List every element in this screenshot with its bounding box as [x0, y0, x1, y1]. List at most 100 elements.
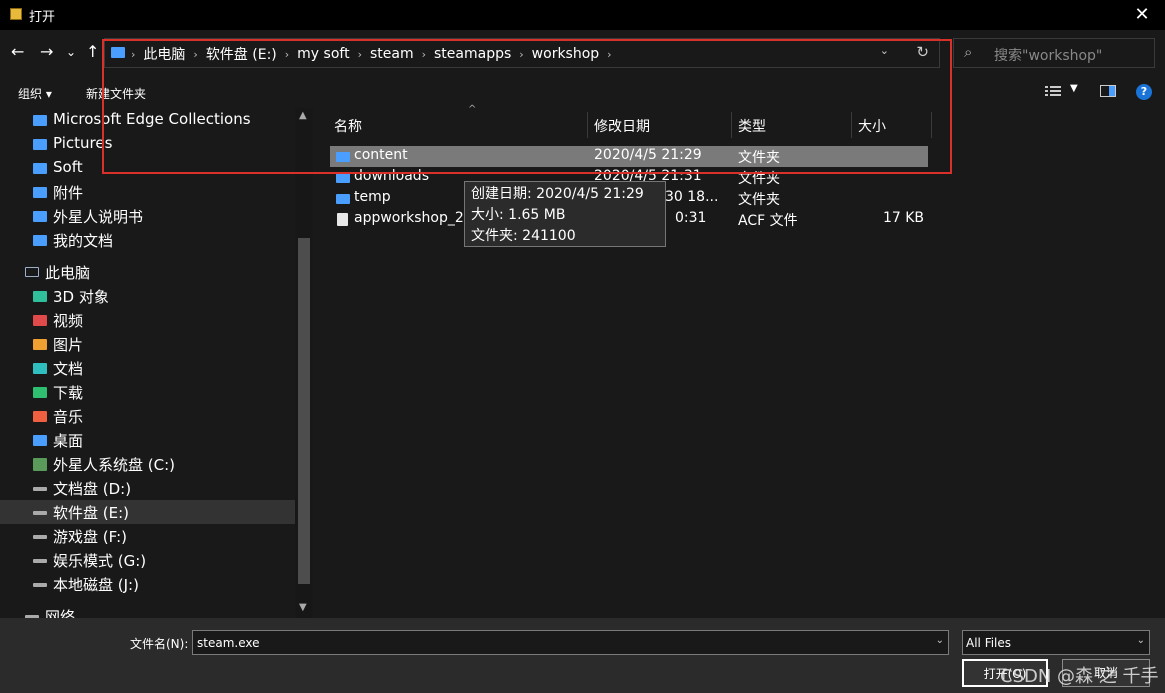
file-name: downloads: [354, 168, 429, 184]
folder-icon: [33, 187, 47, 198]
sidebar-item-documents[interactable]: 文档: [0, 356, 295, 380]
tooltip-folder: 文件夹: 241100: [471, 228, 576, 244]
sidebar-item-this-pc[interactable]: 此电脑: [0, 260, 295, 284]
sidebar-item-pictures-library[interactable]: 图片: [0, 332, 295, 356]
sidebar-item-label: 游戏盘 (F:): [53, 528, 127, 546]
navigation-pane: Microsoft Edge Collections Pictures Soft…: [0, 108, 313, 618]
sidebar-item-label: 软件盘 (E:): [53, 504, 130, 522]
address-dropdown-icon[interactable]: ⌄: [880, 44, 889, 57]
folder-icon: [111, 47, 125, 58]
up-arrow-icon[interactable]: ↑: [86, 42, 99, 62]
breadcrumb: › 此电脑 › 软件盘 (E:) › my soft › steam › ste…: [131, 44, 620, 64]
sidebar-item-label: Microsoft Edge Collections: [53, 110, 251, 128]
column-header-name[interactable]: 名称 ^: [330, 104, 588, 140]
sidebar-item-desktop[interactable]: 桌面: [0, 428, 295, 452]
sidebar-item-alienware-manual[interactable]: 外星人说明书: [0, 204, 295, 228]
recent-locations-chevron-icon[interactable]: ⌄: [66, 42, 76, 62]
sidebar-item-label: 下载: [53, 384, 84, 402]
new-folder-button[interactable]: 新建文件夹: [86, 85, 146, 102]
file-type-filter[interactable]: All Files ⌄: [962, 630, 1150, 655]
breadcrumb-item[interactable]: 软件盘 (E:): [206, 44, 277, 64]
breadcrumb-item[interactable]: steamapps: [434, 46, 511, 62]
tooltip-size: 大小: 1.65 MB: [471, 207, 566, 223]
column-divider[interactable]: [931, 112, 932, 138]
sidebar-item-drive-d[interactable]: 文档盘 (D:): [0, 476, 295, 500]
address-bar[interactable]: › 此电脑 › 软件盘 (E:) › my soft › steam › ste…: [104, 38, 940, 68]
search-box[interactable]: ⌕ 搜索"workshop": [953, 38, 1155, 68]
filename-input[interactable]: steam.exe ⌄: [192, 630, 949, 655]
sidebar-item-pictures[interactable]: Pictures: [0, 132, 295, 156]
breadcrumb-item[interactable]: workshop: [532, 46, 600, 62]
back-arrow-icon[interactable]: ←: [11, 42, 24, 62]
drive-icon: [33, 511, 47, 515]
sidebar-item-drive-c[interactable]: 外星人系统盘 (C:): [0, 452, 295, 476]
sidebar-item-soft[interactable]: Soft: [0, 156, 295, 180]
drive-icon: [33, 487, 47, 491]
folder-icon: [33, 139, 47, 150]
chevron-down-icon[interactable]: ⌄: [936, 635, 944, 646]
breadcrumb-item[interactable]: my soft: [297, 46, 349, 62]
view-options-chevron-icon[interactable]: ▼: [1070, 83, 1078, 94]
scroll-up-icon[interactable]: ▲: [299, 110, 307, 121]
sidebar-item-drive-g[interactable]: 娱乐模式 (G:): [0, 548, 295, 572]
sort-ascending-icon: ^: [468, 104, 477, 115]
breadcrumb-item[interactable]: steam: [370, 46, 414, 62]
command-bar: 组织 ▾ 新建文件夹 ▼ ?: [0, 76, 1165, 108]
column-header-size[interactable]: 大小: [852, 108, 932, 140]
column-header-date[interactable]: 修改日期: [588, 108, 732, 140]
sidebar-item-videos[interactable]: 视频: [0, 308, 295, 332]
folder-icon: [33, 211, 47, 222]
chevron-right-icon: ›: [131, 47, 136, 61]
file-size: 17 KB: [882, 210, 924, 226]
chevron-right-icon[interactable]: ›: [358, 48, 362, 61]
scrollbar-thumb[interactable]: [298, 238, 310, 584]
sidebar-item-3d-objects[interactable]: 3D 对象: [0, 284, 295, 308]
help-icon[interactable]: ?: [1136, 84, 1152, 100]
desktop-icon: [33, 435, 47, 446]
sidebar-item-drive-f[interactable]: 游戏盘 (F:): [0, 524, 295, 548]
refresh-icon[interactable]: ↻: [916, 43, 929, 61]
column-header-label: 修改日期: [594, 119, 650, 135]
sidebar-item-downloads[interactable]: 下载: [0, 380, 295, 404]
sidebar-item-my-documents[interactable]: 我的文档: [0, 228, 295, 252]
sidebar-item-label: 此电脑: [45, 264, 91, 282]
breadcrumb-item[interactable]: 此电脑: [143, 44, 185, 64]
window-title: 打开: [29, 10, 56, 25]
view-options-icon[interactable]: [1045, 85, 1061, 97]
footer-bar: 文件名(N): steam.exe ⌄ All Files ⌄ 打开(O) 取消…: [0, 618, 1165, 693]
watermark: CSDN @森 之 千手: [1000, 666, 1159, 687]
sidebar-item-attachments[interactable]: 附件: [0, 180, 295, 204]
folder-icon: [336, 194, 350, 204]
chevron-down-icon[interactable]: ⌄: [1137, 635, 1145, 646]
chevron-right-icon[interactable]: ›: [607, 48, 611, 61]
title-bar: 打开 ✕: [0, 0, 1165, 30]
chevron-right-icon[interactable]: ›: [193, 48, 197, 61]
sidebar-item-drive-e[interactable]: 软件盘 (E:): [0, 500, 295, 524]
sidebar-scrollbar[interactable]: ▲ ▼: [295, 108, 313, 618]
organize-menu[interactable]: 组织 ▾: [18, 85, 52, 102]
sidebar-item-edge-collections[interactable]: Microsoft Edge Collections: [0, 108, 295, 132]
file-name: appworkshop_2: [354, 210, 464, 226]
forward-arrow-icon[interactable]: →: [40, 42, 53, 62]
sidebar-item-label: 我的文档: [53, 232, 114, 250]
scroll-down-icon[interactable]: ▼: [299, 602, 307, 613]
windows-drive-icon: [33, 458, 47, 471]
sidebar-item-label: Soft: [53, 158, 83, 176]
music-icon: [33, 411, 47, 422]
pictures-icon: [33, 339, 47, 350]
sidebar-item-label: 娱乐模式 (G:): [53, 552, 147, 570]
sidebar-item-drive-j[interactable]: 本地磁盘 (J:): [0, 572, 295, 596]
downloads-icon: [33, 387, 47, 398]
sidebar-item-network[interactable]: 网络: [0, 604, 295, 618]
sidebar-item-music[interactable]: 音乐: [0, 404, 295, 428]
file-row[interactable]: content 2020/4/5 21:29 文件夹: [330, 146, 928, 167]
column-header-type[interactable]: 类型: [732, 108, 852, 140]
chevron-right-icon[interactable]: ›: [422, 48, 426, 61]
close-button[interactable]: ✕: [1119, 0, 1165, 30]
sidebar-item-label: 图片: [53, 336, 84, 354]
sidebar-item-label: 网络: [45, 608, 76, 618]
file-type: ACF 文件: [738, 213, 798, 229]
chevron-right-icon[interactable]: ›: [285, 48, 289, 61]
preview-pane-icon[interactable]: [1100, 85, 1116, 97]
chevron-right-icon[interactable]: ›: [519, 48, 523, 61]
